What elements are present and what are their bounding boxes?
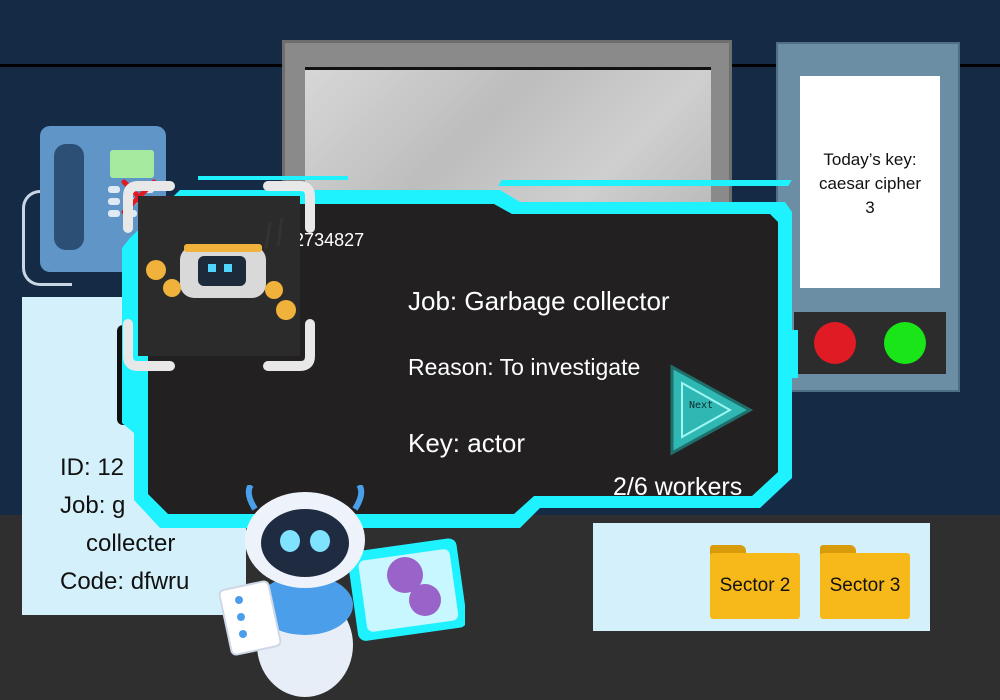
folder-sector-2-label: Sector 2 xyxy=(710,553,800,619)
worker-photo xyxy=(123,181,315,371)
worker-job: Job: Garbage collector xyxy=(408,286,670,316)
folder-sector-3[interactable]: Sector 3 xyxy=(820,545,910,619)
sector-folder-panel: Sector 2 Sector 3 xyxy=(593,523,930,631)
next-button[interactable]: Next xyxy=(668,363,754,457)
indicator-lights xyxy=(794,312,946,374)
folder-sector-2[interactable]: Sector 2 xyxy=(710,545,800,619)
folder-sector-3-label: Sector 3 xyxy=(820,553,910,619)
next-label: Next xyxy=(688,400,714,411)
green-light-button[interactable] xyxy=(884,322,926,364)
key-note-line-1: Today’s key: xyxy=(823,150,917,169)
workers-counter: 2/6 workers xyxy=(613,473,743,501)
worker-key: Key: actor xyxy=(408,428,526,458)
worker-id-modal: Sector 1 - ID: 12734827 Job: Garbage col… xyxy=(120,178,795,530)
worker-reason: Reason: To investigate xyxy=(408,354,641,380)
todays-key-note: Today’s key: caesar cipher 3 xyxy=(800,76,940,288)
key-panel: Today’s key: caesar cipher 3 xyxy=(776,42,960,392)
key-note-line-2: caesar cipher xyxy=(818,174,922,193)
key-note-line-3: 3 xyxy=(865,198,875,217)
phone-screen xyxy=(110,150,154,178)
red-light-button[interactable] xyxy=(814,322,856,364)
assistant-robot-icon xyxy=(218,485,465,697)
phone-handset xyxy=(54,144,84,250)
